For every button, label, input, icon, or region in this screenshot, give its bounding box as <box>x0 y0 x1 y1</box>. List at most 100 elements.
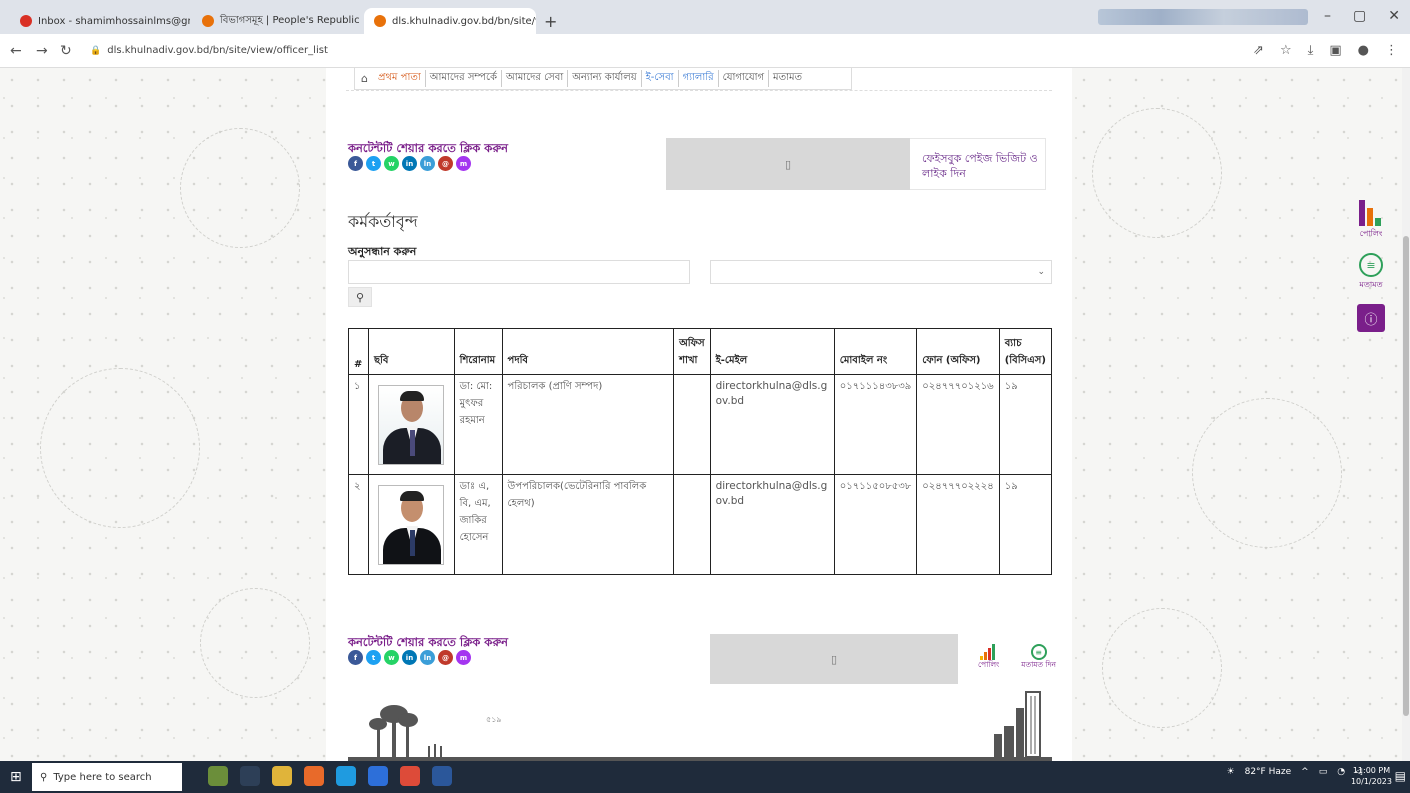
file-explorer-icon[interactable] <box>272 766 292 786</box>
page-scrollbar[interactable] <box>1402 68 1410 761</box>
download-icon[interactable]: ⤓ <box>1308 43 1314 58</box>
star-icon[interactable]: ☆ <box>1280 43 1292 58</box>
home-icon[interactable]: ⌂ <box>361 72 368 85</box>
header-branch: অফিস শাখা <box>673 328 711 375</box>
broken-image-icon: ▯ <box>784 157 792 171</box>
email-icon[interactable]: @ <box>438 156 453 171</box>
tab-title: dls.khulnadiv.gov.bd/bn/site/vi <box>392 15 536 27</box>
battery-icon[interactable]: ▭ <box>1319 767 1328 777</box>
footer-feedback-label: মতামত দিন <box>1021 660 1056 669</box>
decoration <box>1102 608 1222 728</box>
poll-chart-icon[interactable] <box>1359 200 1383 226</box>
profile-icon[interactable]: ● <box>1358 43 1369 58</box>
reload-icon[interactable]: ↻ <box>60 43 72 59</box>
chevron-down-icon: ⌄ <box>1037 267 1045 277</box>
clock[interactable]: 11:00 PM 10/1/2023 <box>1351 765 1392 787</box>
filter-select[interactable]: ⌄ <box>710 260 1052 284</box>
side-feedback-label[interactable]: মতামত <box>1359 279 1382 292</box>
side-poll-label[interactable]: পোলিং <box>1360 228 1383 241</box>
footer-poll-link[interactable]: পোলিং <box>978 644 999 672</box>
messenger-icon[interactable]: m <box>456 156 471 171</box>
decoration <box>180 128 300 248</box>
header-number: # <box>348 328 369 375</box>
menu-item-e-service[interactable]: ই-সেবা <box>642 70 679 87</box>
link-icon[interactable]: ln <box>420 156 435 171</box>
facebook-icon[interactable]: f <box>348 156 363 171</box>
row-email[interactable]: directorkhulna@dls.gov.bd <box>709 474 835 575</box>
widgets-app-icon[interactable] <box>208 766 228 786</box>
sidepanel-icon[interactable]: ▣ <box>1329 43 1341 58</box>
zoom-icon[interactable] <box>368 766 388 786</box>
new-tab-button[interactable]: + <box>544 12 557 31</box>
share-icon[interactable]: ⇗ <box>1253 43 1264 58</box>
network-icon[interactable]: ◔ <box>1337 767 1345 777</box>
messenger-icon[interactable]: m <box>456 650 471 665</box>
restore-icon[interactable]: ▢ <box>1353 8 1366 24</box>
linkedin-icon[interactable]: in <box>402 156 417 171</box>
edge-icon[interactable] <box>336 766 356 786</box>
notification-icon[interactable]: ▤ <box>1395 769 1406 783</box>
row-number: ২ <box>348 474 369 575</box>
menu-item-home[interactable]: প্রথম পাতা <box>374 70 426 87</box>
menu-item-contact[interactable]: যোগাযোগ <box>719 70 770 87</box>
linkedin-icon[interactable]: in <box>402 650 417 665</box>
feedback-chat-icon[interactable]: ≡ <box>1359 253 1383 277</box>
link-icon[interactable]: ln <box>420 650 435 665</box>
row-phone: ০২৪৭৭৭০১২১৬ <box>916 374 1000 475</box>
accessibility-icon[interactable]: ⓘ <box>1357 304 1385 332</box>
tray-chevron-icon[interactable]: ^ <box>1301 767 1309 777</box>
email-icon[interactable]: @ <box>438 650 453 665</box>
row-email[interactable]: directorkhulna@dls.gov.bd <box>709 374 835 475</box>
facebook-page-link[interactable]: ফেইসবুক পেইজ ভিজিট ও লাইক দিন <box>910 138 1046 190</box>
chat-icon: ≡ <box>1030 644 1047 660</box>
twitter-icon[interactable]: t <box>366 650 381 665</box>
windows-start-icon[interactable]: ⊞ <box>10 769 22 785</box>
tab-title: Inbox - shamimhossainlms@gm <box>38 15 190 27</box>
footer-poll-label: পোলিং <box>978 660 1000 669</box>
header-mobile: মোবাইল নং <box>833 328 918 375</box>
background-pattern-right <box>1072 68 1402 761</box>
row-photo-cell <box>367 474 455 575</box>
officer-photo[interactable] <box>378 385 445 465</box>
chrome-icon[interactable] <box>400 766 420 786</box>
twitter-icon[interactable]: t <box>366 156 381 171</box>
search-input[interactable] <box>348 260 690 284</box>
forward-icon[interactable]: → <box>36 43 48 59</box>
tab-officer-list[interactable]: dls.khulnadiv.gov.bd/bn/site/vi × <box>364 8 536 34</box>
side-widget: পোলিং ≡ মতামত ⓘ <box>1344 200 1398 332</box>
clock-date: 10/1/2023 <box>1350 777 1392 786</box>
facebook-icon[interactable]: f <box>348 650 363 665</box>
weather-text[interactable]: 82°F Haze <box>1245 767 1292 777</box>
task-view-icon[interactable] <box>240 766 260 786</box>
close-window-icon[interactable]: ✕ <box>1388 8 1400 24</box>
scrollbar-thumb[interactable] <box>1403 236 1409 716</box>
tab-inbox[interactable]: Inbox - shamimhossainlms@gm × <box>10 8 190 34</box>
broken-image-icon: ▯ <box>830 652 838 666</box>
search-button[interactable]: ⚲ <box>348 287 372 307</box>
minimize-icon[interactable]: – <box>1324 8 1331 24</box>
firefox-icon[interactable] <box>304 766 324 786</box>
address-bar: ← → ↻ 🔒 dls.khulnadiv.gov.bd/bn/site/view… <box>0 34 1410 68</box>
main-menu: ⌂ প্রথম পাতা আমাদের সম্পর্কে আমাদের সেবা… <box>354 68 852 90</box>
menu-item-other-offices[interactable]: অন্যান্য কার্যালয় <box>568 70 642 87</box>
officer-photo[interactable] <box>378 485 445 565</box>
footer-feedback-link[interactable]: ≡ মতামত দিন <box>1021 644 1056 672</box>
menu-item-about[interactable]: আমাদের সম্পর্কে <box>426 70 503 87</box>
menu-item-feedback[interactable]: মতামত <box>769 70 806 87</box>
page-viewport: ⌂ প্রথম পাতা আমাদের সম্পর্কে আমাদের সেবা… <box>0 68 1402 761</box>
menu-icon[interactable]: ⋮ <box>1385 43 1398 58</box>
word-icon[interactable] <box>432 766 452 786</box>
windows-taskbar: ⊞ ⚲ Type here to search ☀ 82°F Haze ^ ▭ … <box>0 761 1410 793</box>
decoration <box>1192 398 1342 548</box>
site-favicon-icon <box>374 15 386 27</box>
menu-item-services[interactable]: আমাদের সেবা <box>502 70 569 87</box>
main-content: ⌂ প্রথম পাতা আমাদের সম্পর্কে আমাদের সেবা… <box>326 68 1072 761</box>
whatsapp-icon[interactable]: w <box>384 650 399 665</box>
url-field[interactable]: 🔒 dls.khulnadiv.gov.bd/bn/site/view/offic… <box>90 45 328 56</box>
taskbar-search[interactable]: ⚲ Type here to search <box>32 763 182 791</box>
tab-departments[interactable]: বিভাগসমূহ | People's Republic o × <box>192 8 362 34</box>
menu-item-gallery[interactable]: গ্যালারি <box>679 70 719 87</box>
back-icon[interactable]: ← <box>10 43 22 59</box>
row-branch <box>673 474 711 575</box>
whatsapp-icon[interactable]: w <box>384 156 399 171</box>
